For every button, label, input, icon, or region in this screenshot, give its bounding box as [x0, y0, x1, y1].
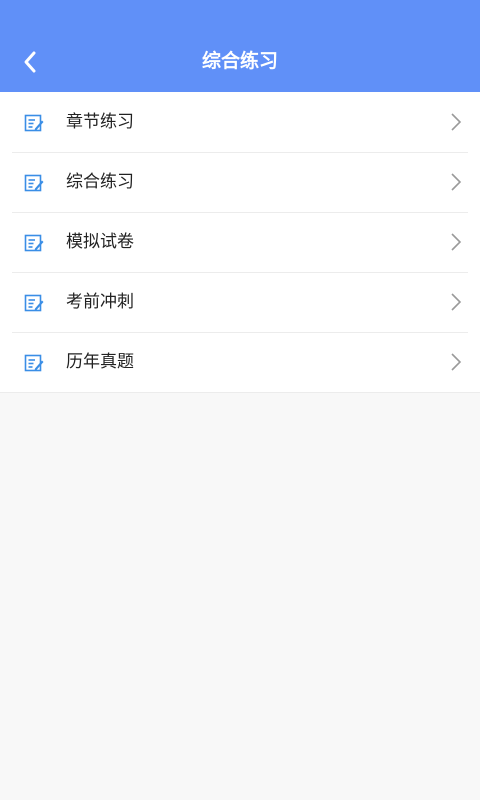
edit-note-icon — [24, 294, 44, 312]
page-title: 综合练习 — [201, 50, 278, 72]
chevron-right-icon — [451, 233, 462, 251]
list-item-label: 章节练习 — [66, 112, 134, 132]
edit-note-icon — [24, 174, 44, 192]
list-item-label: 考前冲刺 — [66, 292, 134, 312]
list-item-label: 模拟试卷 — [66, 232, 134, 252]
edit-note-icon — [24, 234, 44, 252]
chevron-right-icon — [451, 293, 462, 311]
list-item-chapter-practice[interactable]: 章节练习 — [0, 92, 480, 152]
list-item-comprehensive-practice[interactable]: 综合练习 — [0, 152, 480, 212]
chevron-right-icon — [451, 113, 462, 131]
edit-note-icon — [24, 354, 44, 372]
list-item-past-exams[interactable]: 历年真题 — [0, 332, 480, 392]
practice-list: 章节练习 综合练习 模拟试卷 考前冲刺 历年真题 — [0, 92, 480, 393]
edit-note-icon — [24, 114, 44, 132]
app-header: 综合练习 — [0, 0, 480, 92]
chevron-right-icon — [451, 173, 462, 191]
chevron-right-icon — [451, 353, 462, 371]
list-item-label: 历年真题 — [66, 352, 134, 372]
list-item-final-sprint[interactable]: 考前冲刺 — [0, 272, 480, 332]
list-item-label: 综合练习 — [66, 172, 134, 192]
list-item-mock-exam[interactable]: 模拟试卷 — [0, 212, 480, 272]
